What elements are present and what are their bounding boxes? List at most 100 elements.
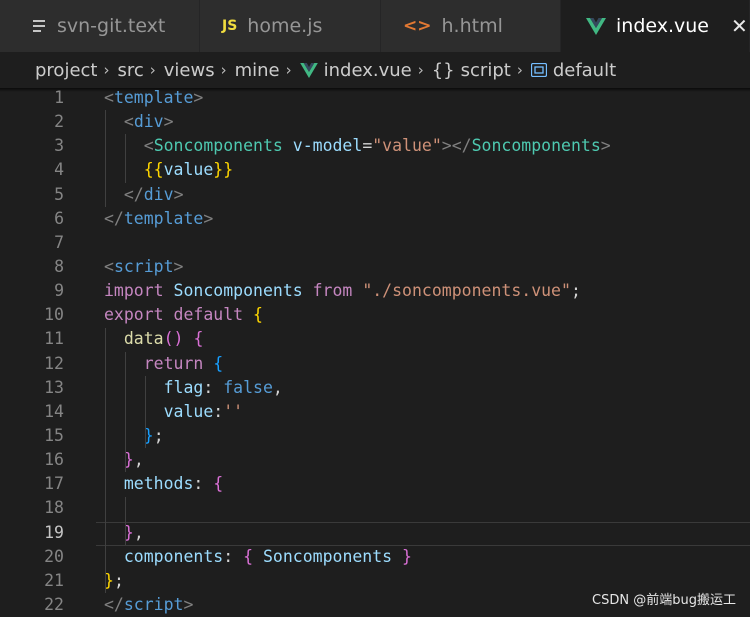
code-token: < (123, 112, 134, 132)
code-token: script (123, 594, 184, 614)
code-line[interactable]: 11 data() { (0, 327, 750, 351)
code-token: { (243, 546, 254, 566)
breadcrumb-item-src[interactable]: src (117, 60, 143, 81)
line-number: 11 (44, 329, 64, 349)
breadcrumb-item-default[interactable]: default (553, 60, 616, 81)
breadcrumb-item-script[interactable]: script (461, 60, 511, 81)
code-token: "value" (372, 136, 442, 156)
code-line[interactable]: 1 <template> (0, 86, 750, 110)
code-text: </script> (104, 593, 193, 617)
code-line[interactable]: 18 (0, 496, 750, 520)
code-token: , (133, 450, 144, 470)
code-line[interactable]: 7 (0, 231, 750, 255)
tab-index-vue[interactable]: index.vue ✕ (561, 0, 750, 52)
code-text: }, (104, 521, 144, 545)
code-token: data (123, 329, 164, 349)
code-token: script (113, 256, 174, 276)
tab-svn-git-text[interactable]: svn-git.text (0, 0, 200, 52)
code-line[interactable]: 19 }, (0, 521, 750, 546)
chevron-right-icon: › (220, 61, 227, 79)
code-line[interactable]: 17 methods: { (0, 472, 750, 496)
code-token: { (253, 305, 263, 325)
code-token: } (402, 546, 412, 566)
code-line[interactable]: 20 components: { Soncomponents } (0, 545, 750, 569)
code-token: Soncomponents (173, 281, 303, 301)
line-number: 5 (54, 184, 64, 204)
code-text: </div> (104, 183, 184, 207)
line-number: 10 (44, 305, 64, 325)
code-token: > (203, 208, 214, 228)
breadcrumb-item-project[interactable]: project (35, 60, 97, 81)
close-icon[interactable]: ✕ (731, 14, 748, 38)
line-number: 13 (44, 377, 64, 397)
code-token: import (104, 281, 164, 301)
code-line[interactable]: 12 return { (0, 352, 750, 376)
tab-h-html[interactable]: <> h.html (381, 0, 561, 52)
breadcrumb-item-index-vue[interactable]: index.vue (324, 60, 412, 81)
code-token: < (143, 136, 154, 156)
current-line-highlight (96, 521, 750, 546)
code-line[interactable]: 15 }; (0, 424, 750, 448)
line-number: 2 (54, 112, 64, 132)
code-token: "./soncomponents.vue" (362, 281, 571, 301)
breadcrumb-item-mine[interactable]: mine (235, 60, 280, 81)
tab-home-js[interactable]: JS home.js (200, 0, 381, 52)
code-line[interactable]: 16 }, (0, 448, 750, 472)
code-line[interactable]: 13 flag: false, (0, 376, 750, 400)
code-token: value (163, 401, 214, 421)
code-token: Soncomponents (471, 136, 601, 156)
code-token: { (213, 474, 224, 494)
code-line[interactable]: 4 {{value}} (0, 158, 750, 182)
chevron-right-icon: › (417, 61, 424, 79)
code-token: Soncomponents (153, 136, 283, 156)
code-line[interactable]: 2 <div> (0, 110, 750, 134)
code-editor[interactable]: 1 <template> 2 <div> 3 <Soncomponents v-mod… (0, 86, 750, 617)
code-token: ; (153, 425, 164, 445)
line-number: 12 (44, 353, 64, 373)
indent-guide (144, 375, 146, 449)
code-text: }; (104, 424, 164, 448)
line-number: 9 (54, 281, 64, 301)
code-token: return (143, 353, 204, 373)
code-text: methods: { (104, 472, 223, 496)
code-token: {{ (143, 160, 164, 180)
code-text: <Soncomponents v-model="value"></Soncomp… (104, 134, 611, 158)
code-token: methods (123, 474, 194, 494)
code-line[interactable]: 10 export default { (0, 303, 750, 327)
code-text: return { (104, 352, 223, 376)
tab-label: home.js (247, 15, 323, 37)
code-line[interactable]: 8 <script> (0, 255, 750, 279)
code-token: </ (123, 184, 144, 204)
chevron-right-icon: › (103, 61, 110, 79)
line-number: 19 (44, 522, 64, 542)
chevron-right-icon: › (149, 61, 156, 79)
breadcrumb-item-views[interactable]: views (164, 60, 215, 81)
tab-label: svn-git.text (57, 15, 166, 37)
code-token: : (223, 546, 244, 566)
tab-label: h.html (441, 15, 503, 37)
code-text: <template> (104, 86, 203, 110)
line-number: 17 (44, 474, 64, 494)
indent-guide (105, 327, 106, 594)
html-file-icon: <> (403, 16, 432, 36)
code-line[interactable]: 9 import Soncomponents from "./soncompone… (0, 279, 750, 303)
code-line[interactable]: 5 </div> (0, 183, 750, 207)
line-number: 14 (44, 401, 64, 421)
braces-icon: {} (431, 59, 455, 81)
code-text: export default { (104, 303, 263, 327)
code-line[interactable]: 3 <Soncomponents v-model="value"></Sonco… (0, 134, 750, 158)
code-token: = (362, 136, 373, 156)
code-text: components: { Soncomponents } (104, 545, 412, 569)
code-line[interactable]: 14 value:'' (0, 400, 750, 424)
code-token: > (183, 594, 194, 614)
code-token: > (173, 184, 184, 204)
code-line[interactable]: 6 </template> (0, 207, 750, 231)
